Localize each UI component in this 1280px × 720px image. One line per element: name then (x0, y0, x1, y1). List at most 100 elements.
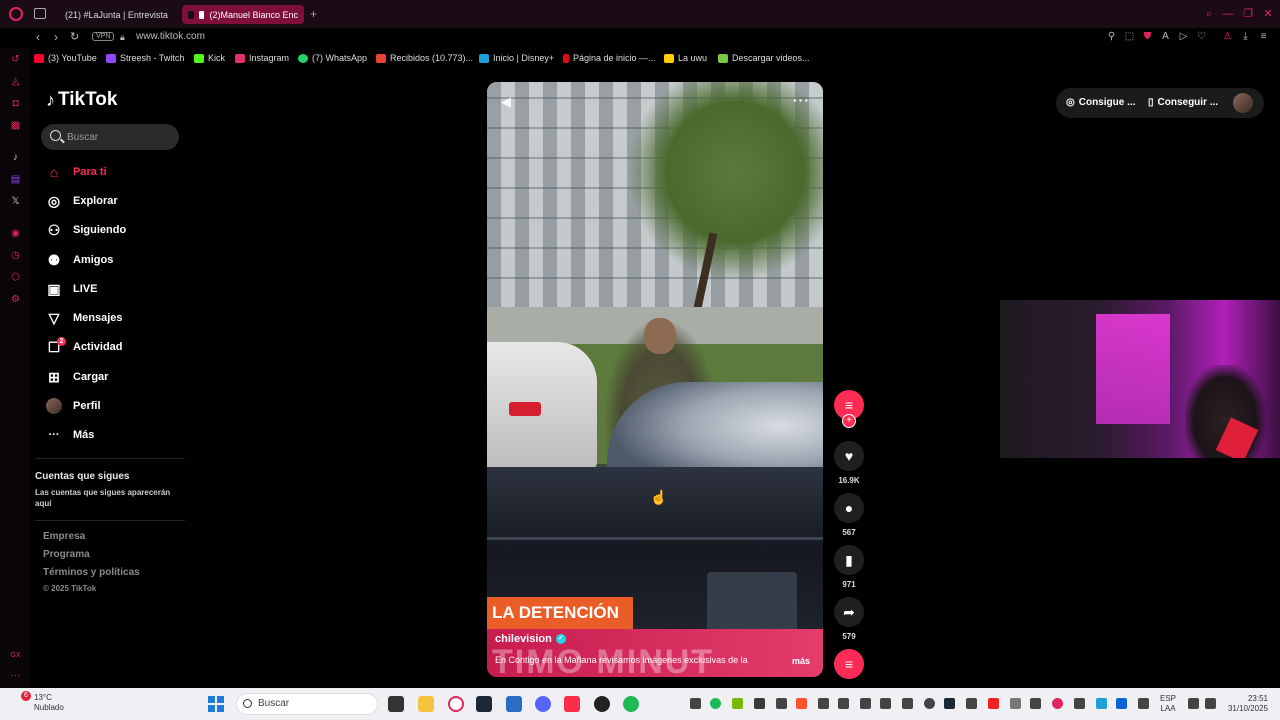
bookmark-disney[interactable]: Inicio | Disney+ (479, 53, 554, 63)
language-indicator[interactable]: ESP LAA (1160, 694, 1176, 714)
get-coins-button[interactable]: ◎ Consigue ... (1066, 97, 1135, 108)
opera-gx-icon[interactable] (448, 696, 464, 712)
video-player[interactable]: ◀ ··· LA DETENCIÓN TIMO MINUT chilevisio… (487, 82, 823, 677)
tray-icon[interactable] (818, 698, 829, 709)
url-field[interactable]: www.tiktok.com (136, 31, 205, 42)
twitch-side-icon[interactable]: ▤ (10, 174, 21, 185)
discord-icon[interactable] (535, 696, 551, 712)
bookmark-youtube[interactable]: (3) YouTube (34, 53, 97, 63)
snapshot-icon[interactable]: ⬚ (1124, 31, 1135, 42)
bookmark-kick[interactable]: Kick (194, 53, 225, 63)
opera-logo-icon[interactable] (9, 7, 23, 21)
bookmark-download[interactable]: Descargar videos... (718, 53, 810, 63)
nav-para-ti[interactable]: ⌂ Para ti (46, 162, 107, 182)
close-icon[interactable]: ✕ (1262, 8, 1274, 20)
messenger-icon[interactable]: ◘ (10, 98, 21, 109)
weather-widget[interactable]: 6 13°C Nublado (10, 691, 64, 713)
store-icon[interactable] (506, 696, 522, 712)
footer-programa[interactable]: Programa (43, 549, 90, 560)
nav-perfil[interactable]: Perfil (46, 396, 101, 416)
more-link[interactable]: más (792, 656, 810, 666)
search-tabs-icon[interactable]: ⌕ (1203, 8, 1215, 20)
nav-mensajes[interactable]: ▽ Mensajes (46, 308, 123, 328)
more-options-icon[interactable]: ··· (793, 92, 810, 108)
user-avatar[interactable] (1233, 93, 1253, 113)
cloud-icon[interactable] (1010, 698, 1021, 709)
mail-icon[interactable]: ▩ (10, 120, 21, 131)
workspaces-icon[interactable] (34, 8, 46, 19)
translate-icon[interactable]: A (1160, 31, 1171, 42)
vpn-badge[interactable]: VPN (92, 32, 115, 41)
bookmark-gmail[interactable]: Recibidos (10.773)... (376, 53, 473, 63)
get-app-button[interactable]: ▯ Conseguir ... (1148, 97, 1218, 108)
shield-icon[interactable]: ⛊ (1142, 31, 1153, 42)
player-icon[interactable]: ◉ (10, 228, 21, 239)
x-icon[interactable]: 𝕏 (10, 196, 21, 207)
steam-icon[interactable] (476, 696, 492, 712)
search-input[interactable] (67, 128, 173, 146)
microphone-icon[interactable] (1138, 698, 1149, 709)
restore-icon[interactable]: ❐ (1242, 8, 1254, 20)
spotify-icon[interactable] (623, 696, 639, 712)
minimize-icon[interactable]: — (1222, 8, 1234, 20)
nav-cargar[interactable]: ⊞ Cargar (46, 367, 108, 387)
volume-icon[interactable]: ◀ (501, 94, 511, 110)
settings-icon[interactable]: ⚙ (10, 294, 21, 305)
bookmark-whatsapp[interactable]: (7) WhatsApp (298, 53, 367, 63)
menu-icon[interactable]: ≡ (1258, 31, 1269, 42)
download-icon[interactable]: ⤓ (1240, 31, 1251, 42)
aria-icon[interactable]: ◬ (10, 76, 21, 87)
file-explorer-icon[interactable] (418, 696, 434, 712)
lock-icon[interactable]: 🔒︎ (120, 32, 125, 43)
more-side-icon[interactable]: ··· (10, 670, 21, 681)
video-author[interactable]: chilevision ✓ (495, 633, 566, 645)
share-button[interactable]: ➦ 579 (834, 597, 864, 641)
tray-icon[interactable] (1074, 698, 1085, 709)
forward-icon[interactable]: › (54, 30, 58, 44)
music-disc-icon[interactable]: ≡ (834, 649, 864, 679)
bookmark-lauwu[interactable]: La uwu (664, 53, 707, 63)
heart-icon[interactable]: ♡ (1196, 31, 1207, 42)
nav-explorar[interactable]: ◎ Explorar (46, 191, 118, 211)
system-clock[interactable]: 23:51 31/10/2025 (1226, 694, 1268, 714)
tray-icon[interactable] (776, 698, 787, 709)
tab-lajunta[interactable]: (21) #LaJunta | Entrevista (54, 5, 172, 24)
comment-button[interactable]: ● 567 (834, 493, 864, 537)
nav-live[interactable]: ▣ LIVE (46, 279, 97, 299)
tray-icon[interactable] (860, 698, 871, 709)
pin-icon[interactable]: ⚲ (1106, 31, 1117, 42)
tray-icon[interactable] (1096, 698, 1107, 709)
tiktok-side-icon[interactable]: ♪ (10, 152, 21, 163)
new-tab-button[interactable]: + (310, 7, 317, 21)
tray-icon[interactable] (924, 698, 935, 709)
reload-icon[interactable]: ↻ (70, 30, 79, 43)
music-app-icon[interactable] (564, 696, 580, 712)
tray-icon[interactable] (1030, 698, 1041, 709)
obs-icon[interactable] (594, 696, 610, 712)
wifi-icon[interactable] (1188, 698, 1199, 709)
save-button[interactable]: ▮ 971 (834, 545, 864, 589)
start-button[interactable] (208, 696, 224, 712)
search-box[interactable] (41, 124, 179, 150)
tray-icon[interactable] (838, 698, 849, 709)
tray-icon[interactable] (988, 698, 999, 709)
gx-icon[interactable]: GX (10, 650, 21, 661)
clock-icon[interactable]: ◷ (10, 250, 21, 261)
tray-icon[interactable] (754, 698, 765, 709)
tray-icon[interactable] (880, 698, 891, 709)
history-icon[interactable]: ↺ (10, 54, 21, 65)
nvidia-icon[interactable] (732, 698, 743, 709)
nav-mas[interactable]: ··· Más (46, 425, 95, 445)
tab-tiktok[interactable]: (2)Manuel Bianco Enc (182, 5, 304, 24)
bluetooth-icon[interactable] (1116, 698, 1127, 709)
tray-icon[interactable] (690, 698, 701, 709)
tray-icon[interactable] (1052, 698, 1063, 709)
tray-spotify-icon[interactable] (710, 698, 721, 709)
bookmark-netflix[interactable]: Página de inicio —... (563, 53, 656, 63)
account-icon[interactable]: ♙ (1222, 31, 1233, 42)
tray-steam-icon[interactable] (944, 698, 955, 709)
bookmark-instagram[interactable]: Instagram (235, 53, 289, 63)
taskbar-search[interactable]: Buscar (236, 693, 378, 715)
nav-actividad[interactable]: ☐ 2 Actividad (46, 337, 123, 357)
tray-icon[interactable] (966, 698, 977, 709)
